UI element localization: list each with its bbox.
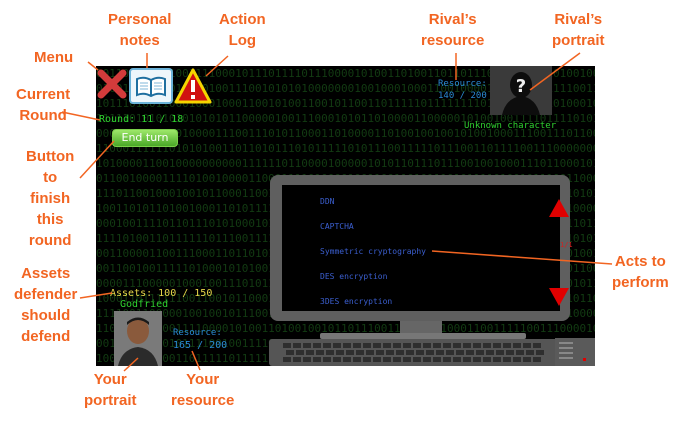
player-avatar-icon [114,311,162,366]
keyboard [269,339,569,366]
scroll-up-button[interactable] [547,197,571,219]
annotation-line: Log [228,32,257,49]
warning-icon [174,68,212,104]
annotation-line: resource [421,32,485,49]
book-icon [136,76,166,98]
annotation-line: notes [119,32,160,49]
annotation-line: round [28,232,72,249]
annotation-line: this [36,211,64,228]
annotation-line: Current [16,86,71,103]
annotation-line: Button [26,148,75,165]
unknown-person-icon: ? [502,72,540,115]
act-item[interactable]: CAPTCHA [320,222,354,231]
computer-tower [555,338,595,366]
menu-button[interactable] [97,67,127,99]
player-resource-value: 165 / 200 [173,340,228,351]
annotation-line: Acts to [614,253,666,270]
player-name: Godfried [120,299,169,310]
annotation-line: to [43,169,58,186]
annotation-line: finish [30,190,71,207]
annotation-line: should [21,307,71,324]
keyboard-keys [283,343,544,362]
annotation-line: Rival’s [428,11,477,28]
arrow-down-icon [549,288,569,306]
player-portrait [114,311,162,366]
annotation-assets: Assets defender should defend [14,263,77,347]
annotation-line: defend [21,328,71,345]
act-item[interactable]: 3DES encryption [320,297,392,306]
annotation-line: resource [171,392,235,409]
act-item[interactable]: Symmetric cryptography [320,247,426,256]
annotation-line: Round [19,107,67,124]
rival-resource-value: 140 / 200 [438,91,487,101]
annotation-acts: Acts to perform [612,251,669,293]
assets-counter: Assets: 100 / 150 [110,288,213,299]
rival-resource-label: Resource: [438,79,487,89]
annotation-line: perform [612,274,669,291]
annotation-action-log: Action Log [219,9,266,51]
act-item[interactable]: DDN [320,197,334,206]
acts-page-indicator: 1/1 [560,241,573,249]
personal-notes-button[interactable] [129,68,173,104]
act-item[interactable]: DES encryption [320,272,387,281]
round-counter: Round: 11 / 18 [99,114,184,125]
annotation-personal-notes: Personal notes [108,9,171,51]
annotation-rival-portrait: Rival’s portrait [552,9,605,51]
close-icon [97,69,127,99]
annotation-your-resource: Your resource [171,369,234,411]
acts-screen: DDN CAPTCHA Symmetric cryptography DES e… [282,185,573,311]
arrow-up-icon [549,199,569,217]
annotation-line: Personal [108,11,172,28]
annotation-line: portrait [84,392,137,409]
tower-vents [559,342,586,361]
player-resource-label: Resource: [173,328,222,338]
action-log-button[interactable] [173,67,213,105]
annotation-line: Your [186,371,220,388]
end-turn-button[interactable]: End turn [112,129,178,147]
annotation-end-turn: Button to finish this round [26,146,74,251]
annotation-line: Action [219,11,266,28]
rival-portrait: ? [490,66,552,115]
annotation-rival-resource: Rival’s resource [421,9,484,51]
annotation-current-round: Current Round [16,84,70,126]
annotation-line: Your [93,371,127,388]
annotation-your-portrait: Your portrait [84,369,137,411]
svg-text:?: ? [516,76,526,97]
annotation-line: portrait [552,32,605,49]
rival-name: Unknown character [464,121,557,131]
scroll-down-button[interactable] [547,286,571,308]
annotation-line: Assets [21,265,71,282]
annotation-line: Rival’s [554,11,603,28]
annotation-line: defender [14,286,78,303]
annotation-menu: Menu [34,49,74,66]
